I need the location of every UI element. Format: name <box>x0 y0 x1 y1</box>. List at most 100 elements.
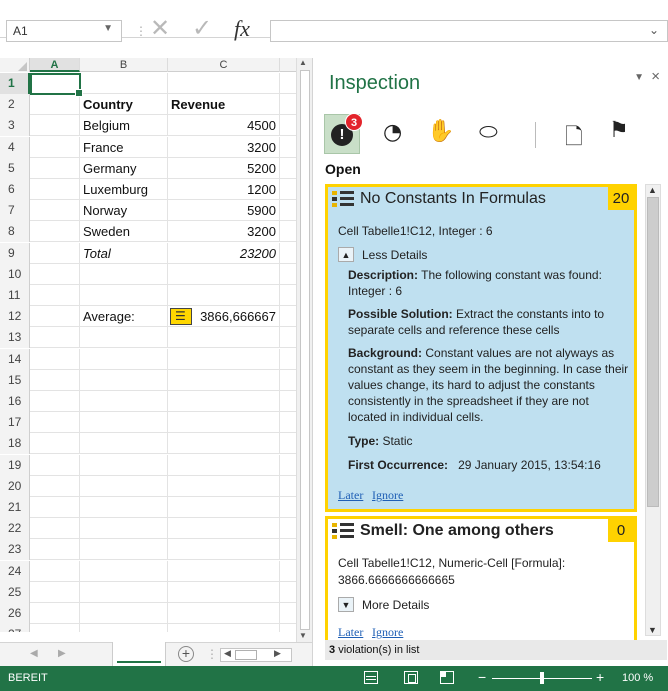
horizontal-scroll-thumb[interactable] <box>235 650 257 660</box>
column-header-c[interactable]: C <box>168 58 280 72</box>
cell-c[interactable]: 5900 <box>168 200 280 222</box>
later-link[interactable]: Later <box>338 625 363 640</box>
cell-c[interactable] <box>168 327 280 349</box>
cell-a[interactable] <box>30 157 80 179</box>
sheet-tab[interactable] <box>112 642 166 666</box>
cell-b[interactable] <box>80 348 168 370</box>
scroll-down-icon[interactable]: ▼ <box>299 631 307 640</box>
cell-c[interactable]: 23200 <box>168 242 280 264</box>
zoom-out-icon[interactable]: − <box>478 669 486 685</box>
cell-a[interactable] <box>30 136 80 158</box>
next-sheet-icon[interactable]: ▶ <box>58 648 66 659</box>
details-toggle-label[interactable]: Less Details <box>362 248 427 262</box>
cell-a[interactable] <box>30 263 80 285</box>
cell-b[interactable]: France <box>80 136 168 158</box>
vertical-scroll-thumb[interactable] <box>300 70 310 630</box>
cell-a[interactable] <box>30 518 80 540</box>
row-header[interactable]: 5 <box>0 157 30 179</box>
scroll-up-icon[interactable]: ▲ <box>299 58 307 67</box>
cell-a[interactable] <box>30 94 80 116</box>
document-icon[interactable]: 🗋 <box>565 120 583 158</box>
cell-c[interactable] <box>168 603 280 624</box>
cell-c[interactable] <box>168 369 280 391</box>
later-icon[interactable]: ⬭ <box>479 120 498 145</box>
expand-details-icon[interactable]: ▼ <box>338 597 354 612</box>
zoom-level[interactable]: 100 % <box>622 672 653 684</box>
cell-b[interactable]: Country <box>80 94 168 116</box>
cell-c[interactable]: Revenue <box>168 94 280 116</box>
cell-c[interactable] <box>168 285 280 306</box>
row-header[interactable]: 4 <box>0 136 30 158</box>
cell-c[interactable] <box>168 560 280 582</box>
row-header[interactable]: 27 <box>0 624 30 632</box>
violation-card[interactable]: No Constants In Formulas 20 Cell Tabelle… <box>325 184 637 512</box>
cell-a[interactable] <box>30 200 80 222</box>
cell-b[interactable] <box>80 581 168 603</box>
flag-icon[interactable]: ⚑ <box>609 118 629 143</box>
scroll-right-icon[interactable]: ▶ <box>274 648 281 659</box>
violation-card[interactable]: Smell: One among others 0 Cell Tabelle1!… <box>325 516 637 640</box>
cell-c[interactable] <box>168 412 280 434</box>
row-header[interactable]: 16 <box>0 391 30 412</box>
ignore-link[interactable]: Ignore <box>372 488 403 503</box>
cell-c[interactable] <box>168 497 280 518</box>
cell-b[interactable] <box>80 369 168 391</box>
scroll-left-icon[interactable]: ◀ <box>224 648 231 659</box>
cell-b[interactable] <box>80 624 168 632</box>
row-header[interactable]: 3 <box>0 115 30 137</box>
cell-a[interactable] <box>30 327 80 349</box>
column-header-b[interactable]: B <box>80 58 168 72</box>
cell-c[interactable] <box>168 433 280 455</box>
pane-scroll-thumb[interactable] <box>647 197 659 507</box>
cancel-icon[interactable]: ✕ <box>150 14 170 42</box>
prev-sheet-icon[interactable]: ◀ <box>30 648 38 659</box>
cell-b[interactable] <box>80 263 168 285</box>
scroll-down-icon[interactable]: ▼ <box>648 625 657 635</box>
zoom-in-icon[interactable]: + <box>596 669 604 685</box>
row-header[interactable]: 15 <box>0 369 30 391</box>
row-header[interactable]: 7 <box>0 200 30 222</box>
row-header[interactable]: 20 <box>0 475 30 497</box>
row-header[interactable]: 10 <box>0 263 30 285</box>
chevron-down-icon[interactable]: ▼ <box>103 23 113 34</box>
row-header[interactable]: 21 <box>0 497 30 518</box>
pane-scrollbar[interactable]: ▲ ▼ <box>645 184 661 636</box>
zoom-slider-thumb[interactable] <box>540 672 544 684</box>
cell-b[interactable]: Norway <box>80 200 168 222</box>
cell-c[interactable] <box>168 73 280 94</box>
history-icon[interactable]: ◔ <box>383 120 402 145</box>
cell-b[interactable] <box>80 454 168 476</box>
row-header[interactable]: 14 <box>0 348 30 370</box>
cell-a[interactable] <box>30 369 80 391</box>
cell-b[interactable]: Luxemburg <box>80 179 168 200</box>
card-header[interactable]: Smell: One among others 0 <box>328 519 634 545</box>
cell-c[interactable]: 3866,666667 ☰ <box>168 306 280 328</box>
cell-c[interactable] <box>168 391 280 412</box>
scroll-up-icon[interactable]: ▲ <box>648 185 657 195</box>
column-header-a[interactable]: A <box>30 58 80 72</box>
cell-a[interactable] <box>30 348 80 370</box>
ignore-link[interactable]: Ignore <box>372 625 403 640</box>
add-sheet-icon[interactable]: + <box>178 646 194 662</box>
cell-c[interactable] <box>168 348 280 370</box>
card-header[interactable]: No Constants In Formulas 20 <box>328 187 634 213</box>
row-header[interactable]: 1 <box>0 73 30 94</box>
cell-b[interactable] <box>80 518 168 540</box>
cell-c[interactable] <box>168 624 280 632</box>
cell-a[interactable] <box>30 497 80 518</box>
horizontal-scrollbar[interactable]: ◀ <box>220 648 292 662</box>
cell-a[interactable] <box>30 412 80 434</box>
cell-c[interactable] <box>168 539 280 561</box>
cell-a[interactable] <box>30 539 80 561</box>
select-all-corner[interactable] <box>0 58 30 72</box>
cell-a[interactable] <box>30 115 80 137</box>
cell-a[interactable] <box>30 454 80 476</box>
cell-a[interactable] <box>30 221 80 243</box>
cell-b[interactable] <box>80 285 168 306</box>
cell-c[interactable] <box>168 454 280 476</box>
row-header[interactable]: 24 <box>0 560 30 582</box>
cell-a[interactable] <box>30 391 80 412</box>
cell-c[interactable]: 4500 <box>168 115 280 137</box>
cell-a[interactable] <box>30 560 80 582</box>
cell-b[interactable]: Belgium <box>80 115 168 137</box>
